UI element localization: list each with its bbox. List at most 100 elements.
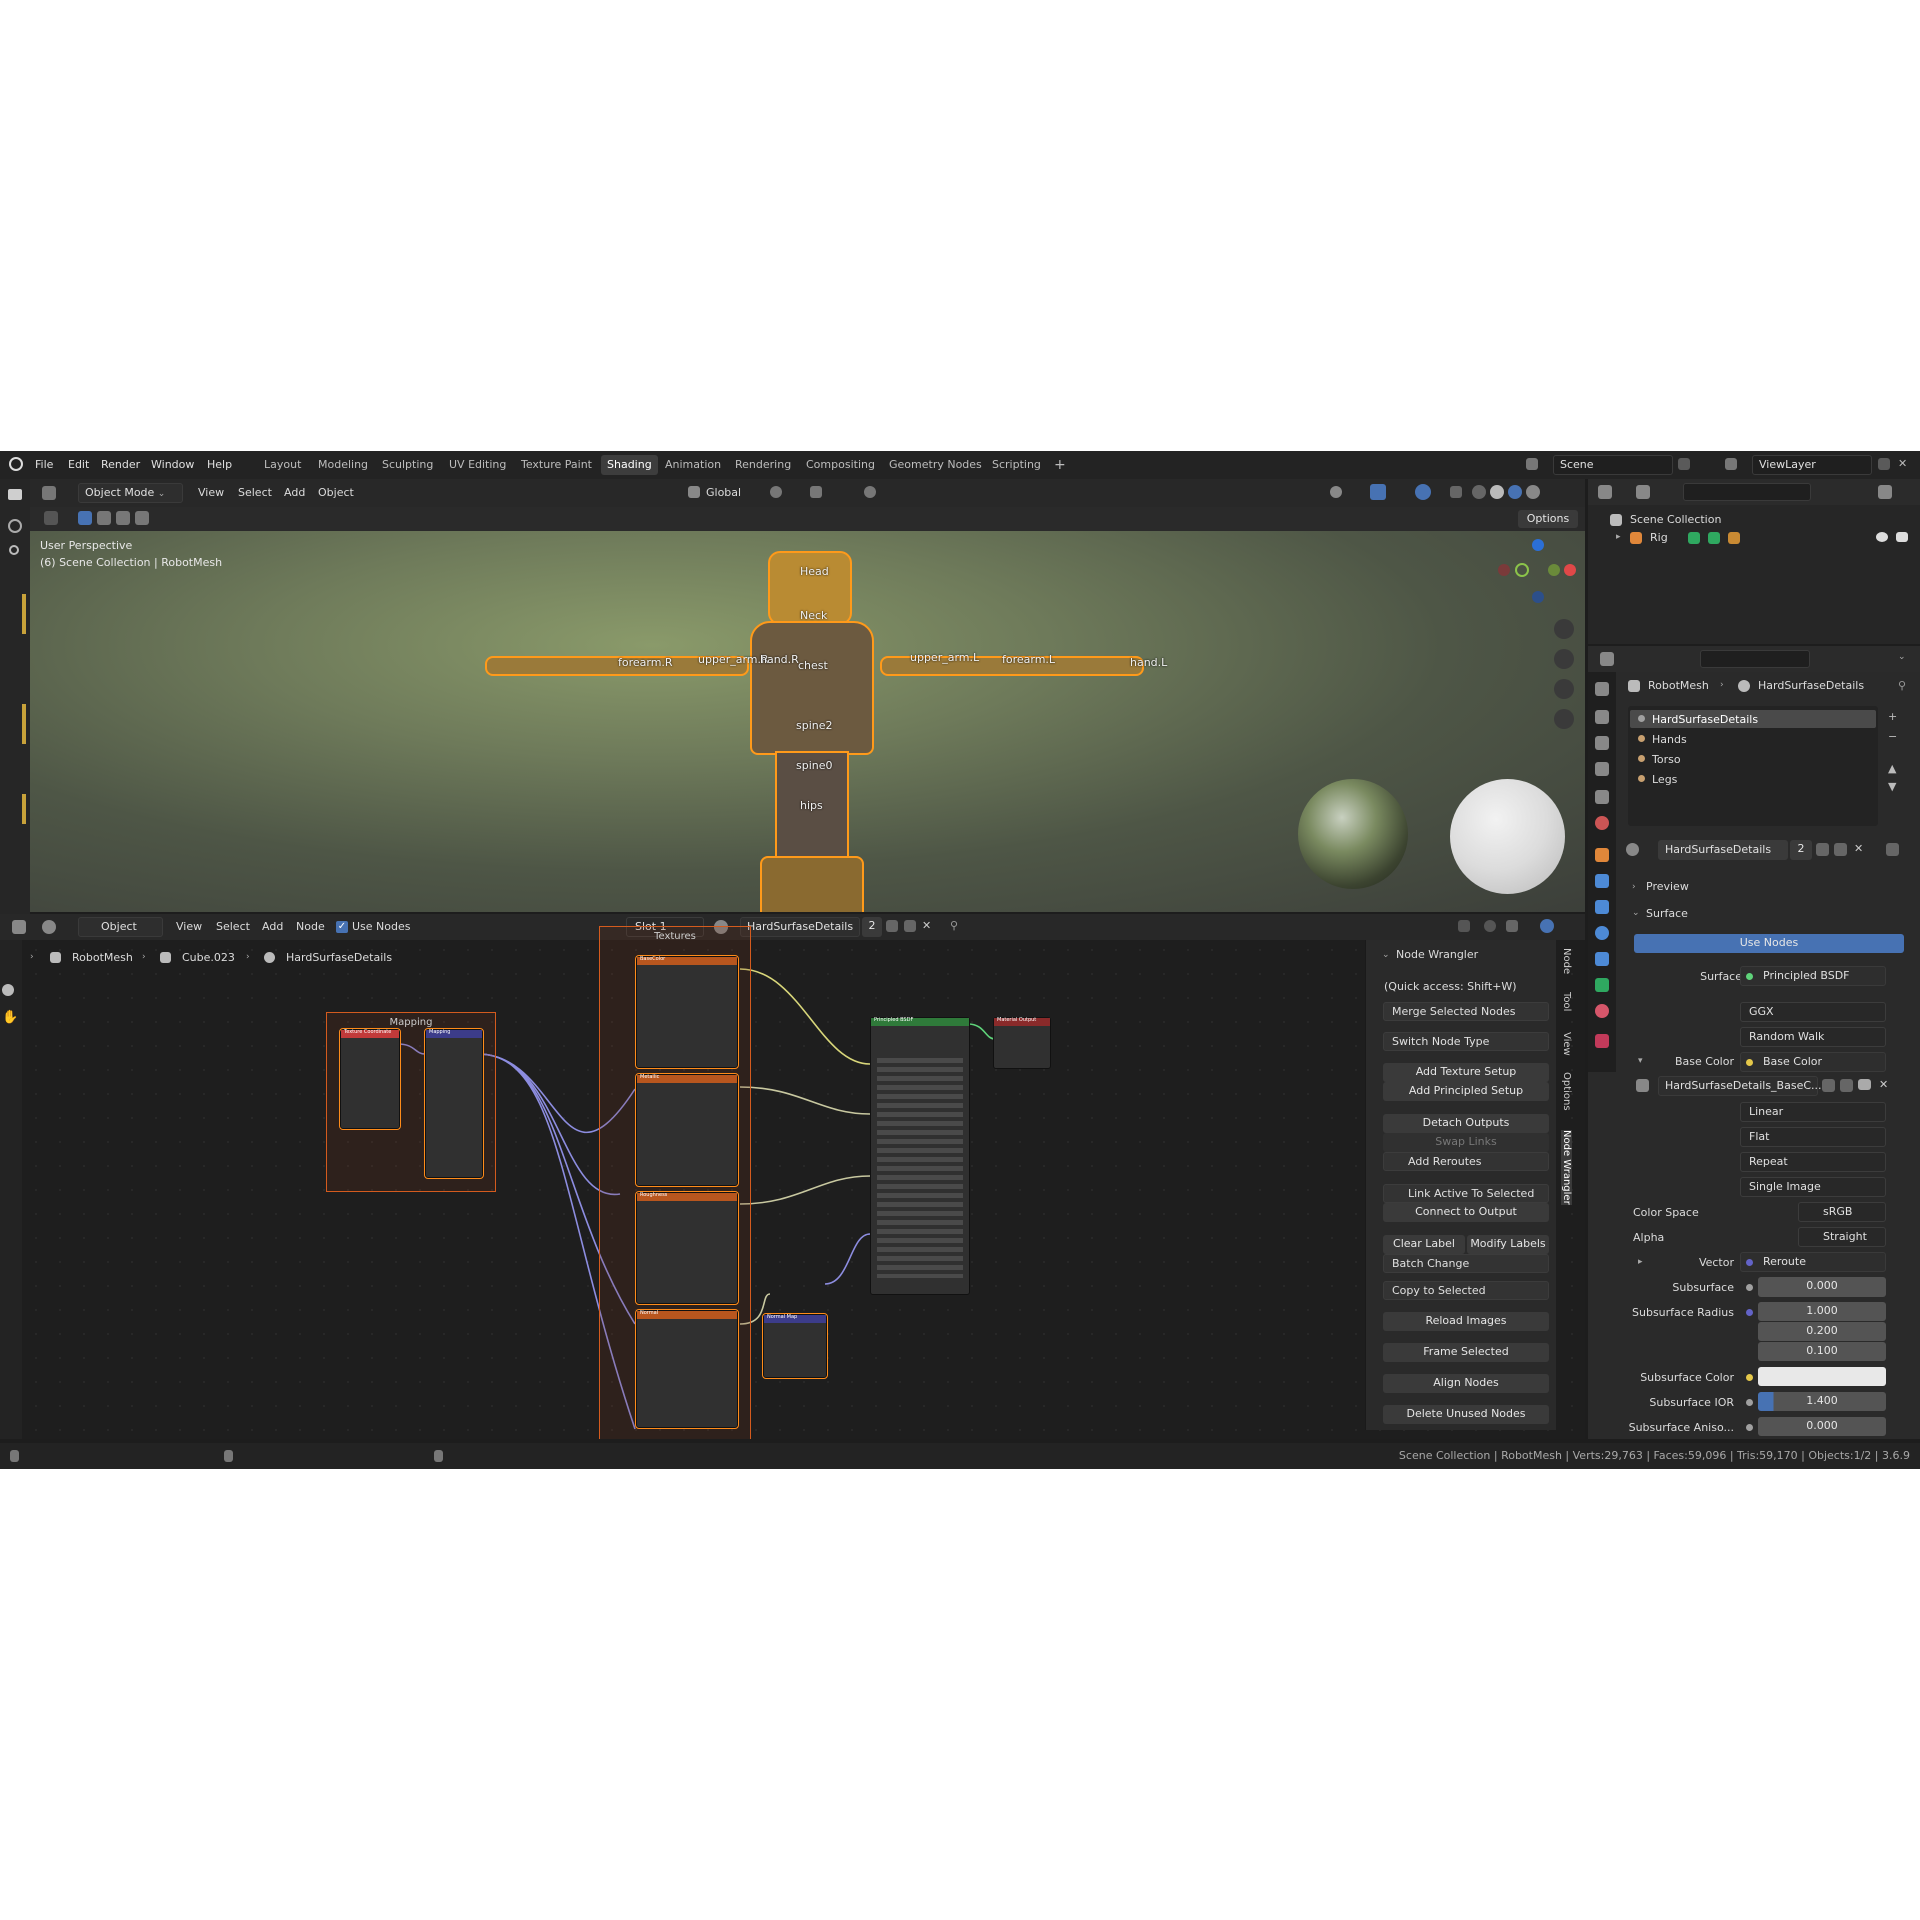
ortho-toggle-icon[interactable] <box>1554 709 1574 729</box>
preview-panel-header[interactable]: Preview <box>1646 880 1689 893</box>
scene-selector[interactable]: Scene <box>1553 455 1673 475</box>
wireframe-shading-icon[interactable] <box>1472 485 1486 499</box>
material-slot-row[interactable]: Hands <box>1630 730 1876 748</box>
texture-coordinate-node[interactable]: Texture Coordinate <box>339 1028 401 1130</box>
tab-layout[interactable]: Layout <box>258 455 307 475</box>
interpolation-dropdown[interactable]: Linear <box>1740 1102 1886 1122</box>
search-icon[interactable] <box>9 545 19 555</box>
vector-link-field[interactable]: Reroute <box>1740 1252 1886 1272</box>
viewport-3d[interactable]: Object Mode ⌄ View Select Add Object Glo… <box>30 479 1585 912</box>
mapping-node[interactable]: Mapping <box>424 1028 484 1179</box>
viewport-menu-view[interactable]: View <box>198 486 224 499</box>
options-dropdown[interactable]: Options <box>1518 510 1578 528</box>
zoom-icon[interactable] <box>1554 619 1574 639</box>
select-subtract-icon[interactable] <box>116 511 130 525</box>
color-space-dropdown[interactable]: sRGB <box>1798 1202 1886 1222</box>
surface-panel-header[interactable]: Surface <box>1646 907 1688 920</box>
batch-change-button[interactable]: Batch Change <box>1383 1254 1549 1273</box>
world-settings-icon[interactable] <box>1595 816 1609 830</box>
duplicate-material-icon[interactable] <box>1834 843 1847 856</box>
slot-move-up-icon[interactable]: ▲ <box>1888 762 1896 775</box>
material-output-node[interactable]: Material Output <box>993 1017 1051 1069</box>
distribution-dropdown[interactable]: GGX <box>1740 1002 1886 1022</box>
gizmo-z-icon[interactable] <box>1532 539 1544 551</box>
tab-options[interactable]: Options <box>1561 1072 1572 1111</box>
properties-options-icon[interactable]: ⌄ <box>1898 652 1906 662</box>
node-wrangler-collapse-icon[interactable]: ⌄ <box>1382 950 1390 960</box>
overlay-toggle-icon[interactable] <box>1415 484 1431 500</box>
alpha-dropdown[interactable]: Straight <box>1798 1227 1886 1247</box>
node-overlay-icon[interactable] <box>1540 919 1554 933</box>
eye-icon[interactable] <box>1876 532 1888 542</box>
pin-icon[interactable]: ⚲ <box>1898 679 1906 692</box>
gizmo-toggle-icon[interactable] <box>1370 484 1386 500</box>
slot-move-down-icon[interactable]: ▼ <box>1888 780 1896 793</box>
subsurface-radius-x[interactable]: 1.000 <box>1758 1302 1886 1321</box>
select-box-icon[interactable] <box>78 511 92 525</box>
material-shading-icon[interactable] <box>1508 485 1522 499</box>
material-slot-row[interactable]: Torso <box>1630 750 1876 768</box>
detach-outputs-button[interactable]: Detach Outputs <box>1383 1114 1549 1133</box>
particles-icon[interactable] <box>1595 900 1609 914</box>
snap-icon[interactable] <box>810 486 822 498</box>
gizmo-y-icon[interactable] <box>1515 563 1529 577</box>
tab-texture-paint[interactable]: Texture Paint <box>515 455 598 475</box>
metallic-texture-node[interactable]: Metallic <box>635 1073 739 1187</box>
render-settings-icon[interactable] <box>1595 710 1609 724</box>
camera-render-icon[interactable] <box>1896 532 1908 542</box>
use-nodes-button[interactable]: Use Nodes <box>1634 934 1904 953</box>
remove-view-layer-icon[interactable]: ✕ <box>1898 457 1907 470</box>
subsurface-ior-field[interactable]: 1.400 <box>1758 1392 1886 1411</box>
surface-shader-field[interactable]: Principled BSDF <box>1740 966 1886 986</box>
properties-editor-icon[interactable] <box>1600 652 1614 666</box>
tab-scripting[interactable]: Scripting <box>986 455 1047 475</box>
vector-expand-icon[interactable]: ▸ <box>1638 1257 1643 1267</box>
tab-animation[interactable]: Animation <box>659 455 727 475</box>
tab-geometry-nodes[interactable]: Geometry Nodes <box>883 455 988 475</box>
link-active-to-selected-button[interactable]: Link Active To Selected <box>1383 1184 1549 1203</box>
image-name-field[interactable]: HardSurfaseDetails_BaseC... <box>1658 1076 1822 1096</box>
delete-unused-nodes-button[interactable]: Delete Unused Nodes <box>1383 1405 1549 1424</box>
tab-compositing[interactable]: Compositing <box>800 455 881 475</box>
unlink-material-icon[interactable]: ✕ <box>1854 842 1863 855</box>
frame-selected-button[interactable]: Frame Selected <box>1383 1343 1549 1362</box>
reload-images-button[interactable]: Reload Images <box>1383 1312 1549 1331</box>
base-color-expand-icon[interactable]: ▾ <box>1638 1056 1643 1066</box>
image-fake-user-icon[interactable] <box>1822 1079 1835 1092</box>
material-slot-row[interactable]: Legs <box>1630 770 1876 788</box>
outliner-scene-collection[interactable]: Scene Collection <box>1630 513 1721 526</box>
scene-settings-icon[interactable] <box>1595 790 1609 804</box>
shader-editor[interactable]: Object View Select Add Node ✓ Use Nodes … <box>0 914 1585 1439</box>
select-invert-icon[interactable] <box>135 511 149 525</box>
subsurface-color-swatch[interactable] <box>1758 1367 1886 1386</box>
gizmo-zneg-icon[interactable] <box>1532 591 1544 603</box>
new-view-layer-icon[interactable] <box>1878 458 1890 470</box>
folder-icon[interactable] <box>8 489 22 500</box>
surface-expand-icon[interactable]: ⌄ <box>1632 908 1640 918</box>
switch-node-type-button[interactable]: Switch Node Type <box>1383 1032 1549 1051</box>
tab-uv-editing[interactable]: UV Editing <box>443 455 512 475</box>
tab-node-wrangler[interactable]: Node Wrangler <box>1561 1130 1572 1205</box>
viewport-menu-select[interactable]: Select <box>238 486 272 499</box>
image-new-icon[interactable] <box>1840 1079 1853 1092</box>
outliner-search-input[interactable] <box>1683 483 1811 501</box>
menu-file[interactable]: File <box>35 458 53 471</box>
mode-selector[interactable]: Object Mode ⌄ <box>78 483 183 503</box>
node-wrangler-title[interactable]: Node Wrangler <box>1396 948 1478 961</box>
image-source-dropdown[interactable]: Single Image <box>1740 1177 1886 1197</box>
principled-bsdf-node[interactable]: Principled BSDF <box>870 1017 970 1295</box>
merge-selected-nodes-button[interactable]: Merge Selected Nodes <box>1383 1002 1549 1021</box>
viewport-menu-object[interactable]: Object <box>318 486 354 499</box>
properties-breadcrumb-object[interactable]: RobotMesh <box>1648 679 1709 692</box>
rendered-shading-icon[interactable] <box>1526 485 1540 499</box>
gizmo-xneg-icon[interactable] <box>1498 564 1510 576</box>
visibility-icon[interactable] <box>1330 486 1342 498</box>
subsurface-field[interactable]: 0.000 <box>1758 1277 1886 1297</box>
object-data-icon[interactable] <box>1595 978 1609 992</box>
camera-view-icon[interactable] <box>1554 679 1574 699</box>
tool-icon[interactable] <box>8 519 22 533</box>
modifiers-icon[interactable] <box>1595 874 1609 888</box>
tab-modeling[interactable]: Modeling <box>312 455 374 475</box>
connect-to-output-button[interactable]: Connect to Output <box>1383 1203 1549 1222</box>
subsurface-radius-y[interactable]: 0.200 <box>1758 1322 1886 1341</box>
